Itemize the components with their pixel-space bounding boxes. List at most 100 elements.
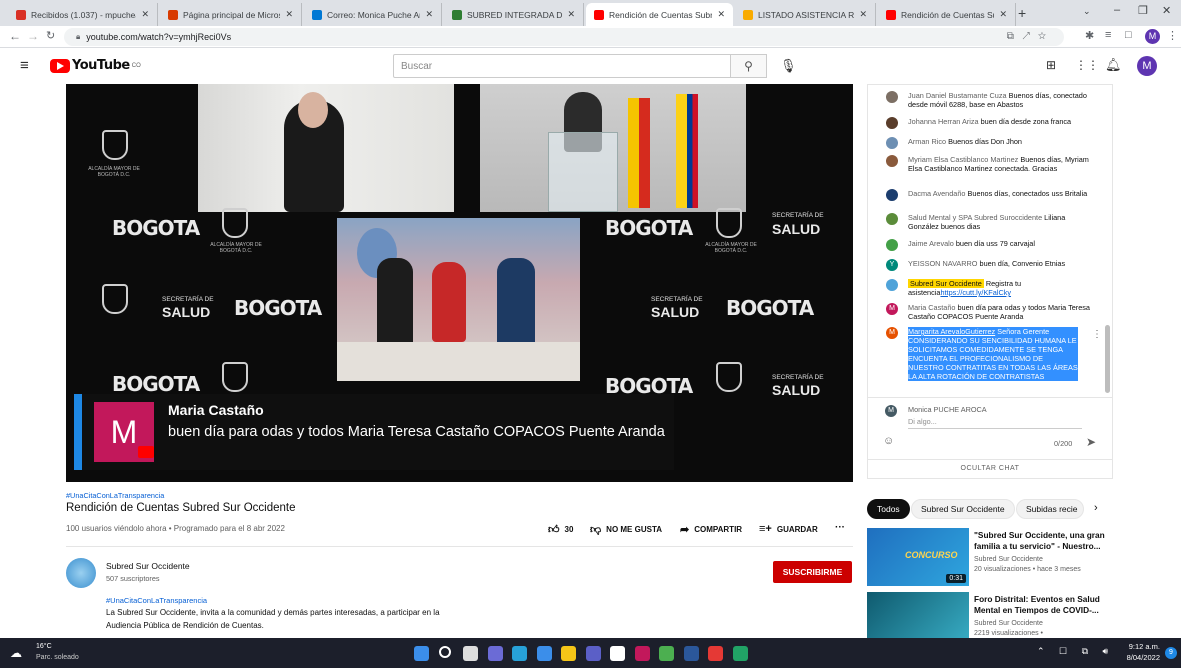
notifications-bell-icon[interactable]: 🔔︎ <box>1105 57 1122 73</box>
chat-author-name: Salud Mental y SPA Subred Suroccidente <box>908 213 1043 222</box>
chip-recent[interactable]: Subidas recie <box>1016 499 1084 519</box>
minimize-button[interactable]: – <box>1114 4 1120 16</box>
emoji-icon[interactable]: ☺ <box>883 435 894 447</box>
chip-subred[interactable]: Subred Sur Occidente <box>911 499 1015 519</box>
video-player[interactable]: BOGOTA BOGOTA BOGOTA BOGOTA BOGOTA BOGOT… <box>66 84 853 482</box>
word-icon[interactable] <box>683 646 699 661</box>
start-icon[interactable] <box>414 646 429 661</box>
lock-icon: 🔒︎ <box>76 32 81 41</box>
browser-tab[interactable]: Recibidos (1.037) - mpuchearoc ✕ <box>8 3 158 26</box>
channel-name[interactable]: Subred Sur Occidente <box>106 561 190 571</box>
browser-tab[interactable]: LISTADO ASISTENCIA RENDICIO ✕ <box>735 3 876 26</box>
youtube-logo[interactable]: YouTube CO <box>50 58 141 73</box>
browser-tab[interactable]: Rendición de Cuentas Subr ✕ <box>586 3 733 26</box>
forward-arrow-icon[interactable]: → <box>27 29 39 43</box>
browser-tab-label: LISTADO ASISTENCIA RENDICIO <box>758 9 855 20</box>
browser-menu-icon[interactable]: ⋮ <box>1167 29 1178 42</box>
video-title: Rendición de Cuentas Subred Sur Occident… <box>66 502 296 514</box>
browser-tab[interactable]: Página principal de Microsoft Of ✕ <box>160 3 302 26</box>
close-tab-icon[interactable]: ✕ <box>717 9 725 20</box>
browser-tab[interactable]: Correo: Monica Puche Aroca - C ✕ <box>304 3 442 26</box>
close-tab-icon[interactable]: ✕ <box>285 9 293 20</box>
lower-third-banner: M Maria Castaño buen día para odas y tod… <box>74 394 674 470</box>
dislike-button[interactable]: 👎︎ NO ME GUSTA <box>590 523 662 536</box>
search-input[interactable]: Buscar <box>393 54 767 78</box>
tab-search-icon[interactable]: ⌄ <box>1083 6 1091 17</box>
edge-icon[interactable] <box>512 646 527 661</box>
extensions-icons[interactable]: ⧉↗☆ <box>1007 31 1054 42</box>
rec-item[interactable]: Foro Distrital: Eventos en Salud Mental … <box>867 592 1117 638</box>
extensions-icon[interactable]: ✱ <box>1085 29 1094 42</box>
store-icon[interactable] <box>536 646 552 661</box>
chat-scrollbar[interactable] <box>1105 325 1110 393</box>
close-window-button[interactable]: ✕ <box>1162 4 1171 17</box>
subscribe-button[interactable]: SUSCRIBIRME <box>773 561 852 583</box>
chip-todos[interactable]: Todos <box>867 499 910 519</box>
notification-badge[interactable]: 9 <box>1165 647 1177 659</box>
spotify-like-icon[interactable] <box>634 646 650 661</box>
backdrop-bogota-3: BOGOTA <box>605 216 693 240</box>
profile-avatar[interactable]: M <box>1145 29 1160 44</box>
chrome-icon[interactable] <box>659 646 674 661</box>
more-actions-button[interactable]: ··· <box>835 522 845 533</box>
back-arrow-icon[interactable]: ← <box>9 29 21 43</box>
clock-date[interactable]: 8/04/2022 <box>1122 653 1160 662</box>
excel-icon[interactable] <box>732 646 748 661</box>
chat-message-body: Arman Rico Buenos días Don Jhon <box>908 137 1096 146</box>
search-icon[interactable] <box>438 646 451 658</box>
backdrop-bogota-2: BOGOTA <box>234 296 322 320</box>
hamburger-menu-icon[interactable]: ≡ <box>20 57 29 74</box>
browser-tab[interactable]: SUBRED INTEGRADA DE SERVIC ✕ <box>444 3 584 26</box>
chat-input[interactable]: Di algo... <box>908 417 1082 429</box>
reload-icon[interactable]: ↻ <box>46 29 55 42</box>
weather-icon[interactable]: ☁ <box>10 646 22 660</box>
file-explorer-icon[interactable] <box>561 646 576 661</box>
video-hashtag[interactable]: #UnaCitaConLaTransparencia <box>66 491 164 500</box>
close-tab-icon[interactable]: ✕ <box>999 9 1007 20</box>
chat-message-link[interactable]: https://cutt.ly/KFalCky <box>940 288 1011 297</box>
subred-icon <box>452 9 462 20</box>
message-menu-icon[interactable]: ⋮ <box>1092 329 1102 340</box>
reading-list-icon[interactable]: ≡ <box>1105 29 1111 41</box>
channel-avatar[interactable] <box>66 558 96 588</box>
tray-icons[interactable]: ⌃ ☐ ⧉ 🔊︎ <box>1037 646 1114 657</box>
chat-author-name: Johanna Herran Ariza <box>908 117 979 126</box>
share-label: COMPARTIR <box>694 525 743 534</box>
close-tab-icon[interactable]: ✕ <box>859 9 867 20</box>
lower-third-yt-icon <box>138 446 154 458</box>
teams-icon[interactable] <box>585 646 601 661</box>
chips-next-chevron-icon[interactable]: › <box>1094 502 1098 514</box>
send-icon[interactable]: ➤ <box>1086 435 1096 449</box>
url-field[interactable]: 🔒︎ youtube.com/watch?v=ymhjReci0Vs ⧉↗☆ <box>64 28 1064 46</box>
new-tab-button[interactable]: + <box>1018 5 1026 21</box>
task-view-icon[interactable] <box>463 646 478 661</box>
browser-tab-label: Rendición de Cuentas Subred S <box>901 9 994 20</box>
flag-colombia <box>676 94 698 208</box>
app-icon[interactable] <box>610 646 625 661</box>
clock-time[interactable]: 9:12 a.m. <box>1128 642 1160 651</box>
browser-tab[interactable]: Rendición de Cuentas Subred S ✕ <box>878 3 1016 26</box>
share-button[interactable]: ➦ COMPARTIR <box>680 523 742 536</box>
mic-icon[interactable]: 🎙︎ <box>780 58 797 74</box>
app-red-icon[interactable] <box>708 646 723 661</box>
close-tab-icon[interactable]: ✕ <box>567 9 575 20</box>
chat-message-text: buen día, Convenio Etnias <box>979 259 1066 268</box>
chat-message-body: Juan Daniel Bustamante Cuza Buenos días,… <box>908 91 1096 109</box>
close-tab-icon[interactable]: ✕ <box>141 9 149 20</box>
chat-message-body: Dacma Avendaño Buenos días, conectados u… <box>908 189 1096 198</box>
rec-item[interactable]: CONCURSO 0:31 "Subred Sur Occidente, una… <box>867 528 1117 588</box>
save-button[interactable]: ≡+ GUARDAR <box>759 523 818 535</box>
description-hashtag[interactable]: #UnaCitaConLaTransparencia <box>106 596 207 605</box>
seal-icon <box>222 208 248 238</box>
sidebar-icon[interactable]: □ <box>1125 29 1132 41</box>
apps-grid-icon[interactable]: ⋮⋮ <box>1075 58 1099 72</box>
chat-icon[interactable] <box>487 646 503 661</box>
create-video-icon[interactable]: ⊞ <box>1046 58 1056 72</box>
hide-chat-button[interactable]: OCULTAR CHAT <box>868 465 1112 472</box>
chat-message: M Maria Castaño buen día para odas y todo… <box>886 303 1096 321</box>
search-button[interactable]: ⚲ <box>730 54 767 78</box>
like-button[interactable]: 👍︎ 30 <box>548 523 573 536</box>
close-tab-icon[interactable]: ✕ <box>425 9 433 20</box>
account-avatar[interactable]: M <box>1137 56 1157 76</box>
maximize-button[interactable]: ❐ <box>1138 4 1148 17</box>
